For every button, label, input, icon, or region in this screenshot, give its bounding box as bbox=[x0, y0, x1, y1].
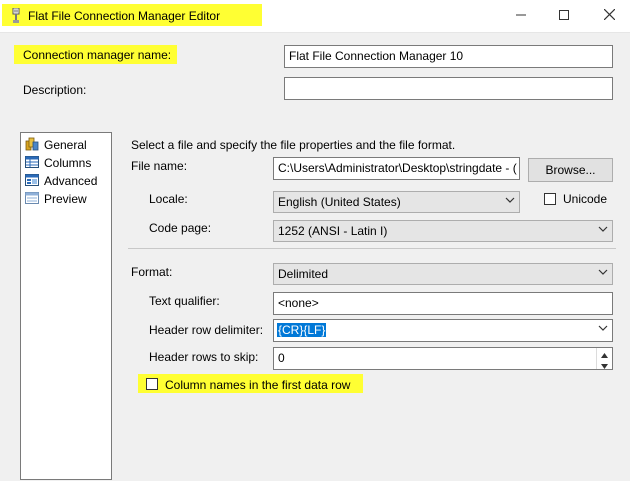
chevron-down-icon bbox=[598, 267, 608, 280]
code-page-value: 1252 (ANSI - Latin I) bbox=[278, 224, 388, 238]
nav-item-label: Advanced bbox=[44, 174, 98, 188]
locale-label: Locale: bbox=[149, 192, 188, 206]
format-label: Format: bbox=[131, 265, 173, 279]
locale-select[interactable]: English (United States) bbox=[273, 191, 520, 213]
column-names-checkbox[interactable] bbox=[146, 378, 158, 390]
code-page-label: Code page: bbox=[149, 221, 212, 235]
locale-value: English (United States) bbox=[278, 195, 401, 209]
connection-manager-icon bbox=[10, 7, 22, 24]
header-delimiter-value: {CR}{LF} bbox=[277, 323, 327, 337]
nav-item-label: Preview bbox=[44, 192, 87, 206]
intro-text: Select a file and specify the file prope… bbox=[131, 138, 456, 152]
header-delimiter-label: Header row delimiter: bbox=[149, 323, 264, 337]
window-title: Flat File Connection Manager Editor bbox=[28, 9, 221, 23]
format-value: Delimited bbox=[278, 267, 329, 281]
file-name-input[interactable]: C:\Users\Administrator\Desktop\stringdat… bbox=[273, 157, 520, 180]
nav-item-advanced[interactable]: Advanced bbox=[25, 172, 97, 190]
nav-panel: General Columns Advanced Preview bbox=[20, 132, 112, 480]
description-label: Description: bbox=[23, 83, 87, 97]
close-button[interactable] bbox=[598, 6, 620, 26]
conn-name-label: Connection manager name: bbox=[23, 48, 172, 62]
title-bar: Flat File Connection Manager Editor bbox=[0, 0, 630, 33]
nav-item-preview[interactable]: Preview bbox=[25, 190, 87, 208]
maximize-button[interactable] bbox=[553, 6, 575, 26]
chevron-down-icon bbox=[505, 195, 515, 208]
browse-button[interactable]: Browse... bbox=[528, 158, 613, 182]
section-divider bbox=[128, 248, 616, 249]
stepper-down-icon[interactable] bbox=[600, 359, 609, 369]
unicode-checkbox[interactable] bbox=[544, 193, 556, 205]
file-name-label: File name: bbox=[131, 159, 188, 173]
close-icon bbox=[603, 8, 615, 23]
nav-item-label: Columns bbox=[44, 156, 92, 170]
header-skip-label: Header rows to skip: bbox=[149, 350, 259, 364]
chevron-down-icon bbox=[598, 224, 608, 237]
format-select[interactable]: Delimited bbox=[273, 263, 613, 285]
columns-icon bbox=[25, 155, 44, 172]
nav-item-general[interactable]: General bbox=[25, 136, 87, 154]
general-icon bbox=[25, 137, 44, 154]
description-input[interactable] bbox=[284, 77, 613, 100]
minimize-button[interactable] bbox=[510, 6, 532, 26]
unicode-label: Unicode bbox=[563, 192, 608, 206]
text-qualifier-input[interactable]: <none> bbox=[273, 292, 613, 315]
maximize-icon bbox=[559, 9, 569, 23]
advanced-icon bbox=[25, 173, 44, 190]
header-skip-value: 0 bbox=[278, 351, 285, 365]
column-names-label: Column names in the first data row bbox=[165, 378, 351, 392]
nav-item-label: General bbox=[44, 138, 87, 152]
text-qualifier-label: Text qualifier: bbox=[149, 294, 220, 308]
preview-icon bbox=[25, 191, 44, 208]
nav-item-columns[interactable]: Columns bbox=[25, 154, 91, 172]
header-delimiter-select[interactable]: {CR}{LF} bbox=[273, 319, 613, 342]
code-page-select[interactable]: 1252 (ANSI - Latin I) bbox=[273, 220, 613, 242]
header-skip-stepper[interactable]: 0 bbox=[273, 347, 613, 370]
minimize-icon bbox=[516, 9, 526, 23]
chevron-down-icon bbox=[598, 323, 608, 336]
conn-name-input[interactable]: Flat File Connection Manager 10 bbox=[284, 45, 613, 68]
stepper-controls[interactable] bbox=[596, 348, 612, 369]
